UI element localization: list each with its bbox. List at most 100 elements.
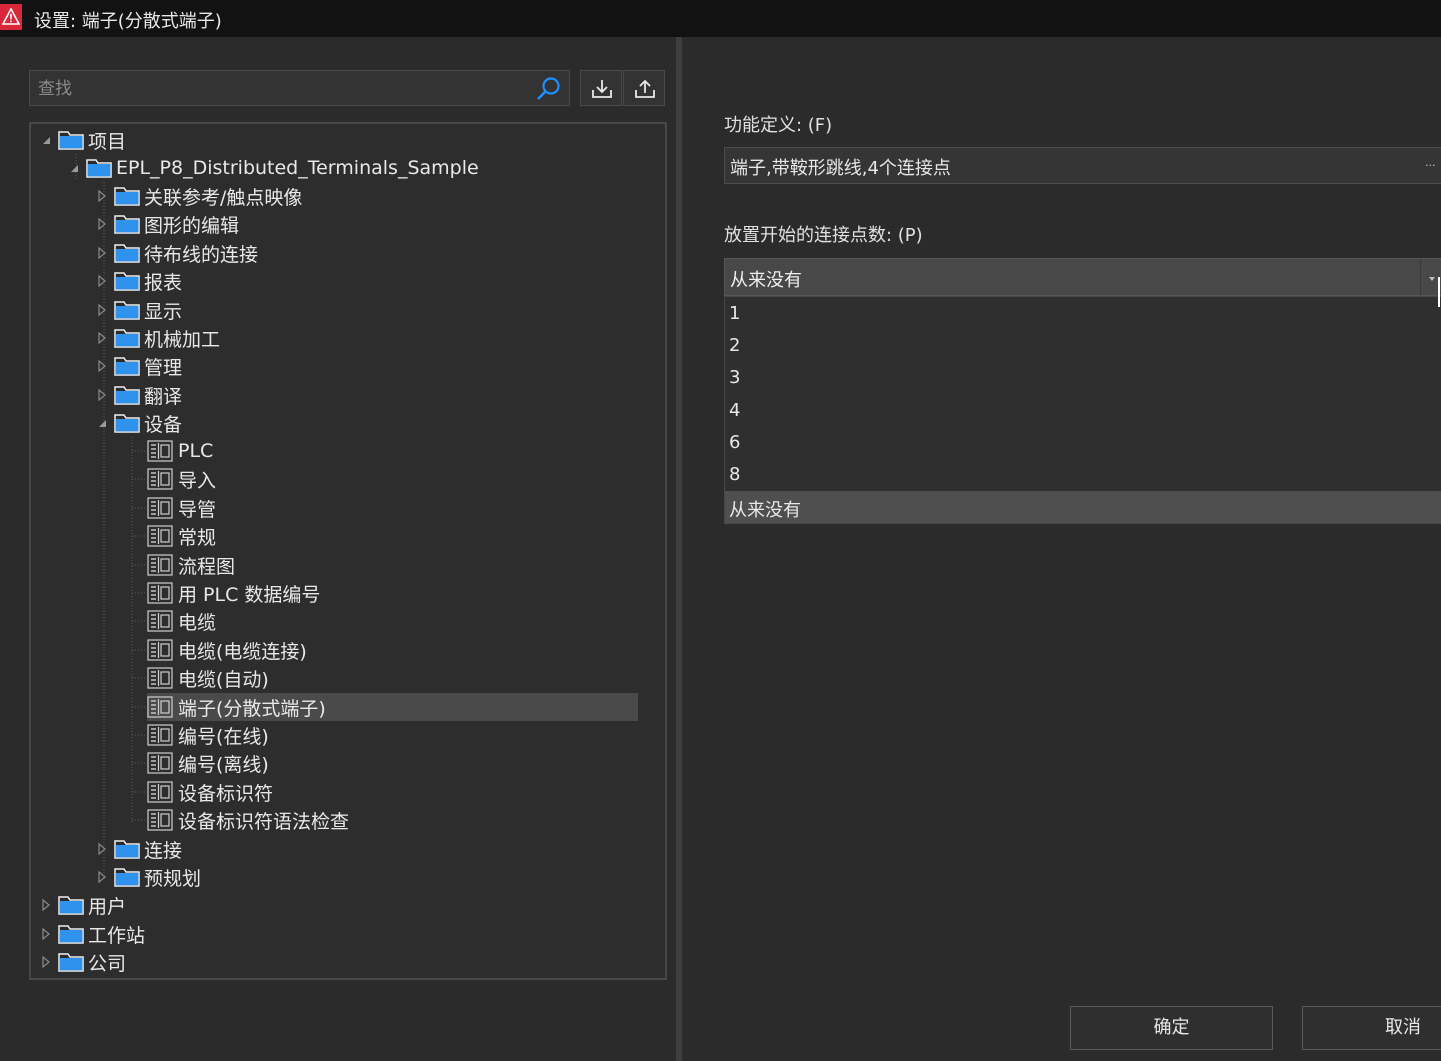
search-icon[interactable] [535, 75, 563, 103]
option-label: 2 [729, 335, 741, 356]
expand-icon[interactable] [95, 870, 109, 884]
tree-item-project[interactable]: 项目 [39, 126, 126, 154]
option-label: 从来没有 [729, 500, 801, 521]
function-definition-browse-button[interactable]: ... [1417, 147, 1441, 184]
tree-item-label: 常规 [178, 526, 217, 549]
import-button[interactable] [580, 70, 622, 106]
settings-page-icon [147, 781, 173, 803]
tree-item-setting[interactable]: 编号(在线) [147, 721, 269, 749]
tree-item-setting[interactable]: 导管 [147, 494, 216, 522]
expand-icon[interactable] [95, 331, 109, 345]
folder-icon [113, 213, 141, 235]
tree-item-setting-selected[interactable]: 端子(分散式端子) [147, 693, 638, 721]
folder-icon [113, 299, 141, 321]
folder-icon [57, 923, 85, 945]
collapse-icon[interactable] [95, 416, 109, 430]
export-button[interactable] [623, 70, 665, 106]
tree-item-setting[interactable]: PLC [147, 437, 213, 465]
ok-button[interactable]: 确定 [1070, 1006, 1273, 1050]
tree-item-label: 编号(在线) [178, 725, 269, 748]
ellipsis-label: ... [1425, 156, 1436, 169]
tree-item-root[interactable]: 工作站 [39, 920, 145, 948]
expand-icon[interactable] [39, 898, 53, 912]
tree-item-label: 管理 [144, 356, 183, 379]
folder-icon [113, 270, 141, 292]
tree-item-group[interactable]: 关联参考/触点映像 [95, 182, 302, 210]
tree-item-group[interactable]: 管理 [95, 352, 182, 380]
collapse-icon[interactable] [39, 133, 53, 147]
tree-item-label: 端子(分散式端子) [178, 697, 326, 720]
folder-icon [113, 355, 141, 377]
tree-item-label: 导管 [178, 498, 217, 521]
tree-item-group[interactable]: 预规划 [95, 863, 201, 891]
expand-icon[interactable] [95, 359, 109, 373]
folder-icon [113, 838, 141, 860]
collapse-icon[interactable] [67, 161, 81, 175]
expand-icon[interactable] [95, 217, 109, 231]
folder-icon [57, 894, 85, 916]
tree-item-sample-project[interactable]: EPL_P8_Distributed_Terminals_Sample [67, 154, 479, 182]
search-box [29, 70, 570, 106]
dropdown-option[interactable]: 2 [725, 330, 1441, 362]
tree-item-setting[interactable]: 设备标识符语法检查 [147, 806, 349, 834]
connection-points-dropdown-list: 1 2 3 4 6 8 从来没有 [724, 296, 1441, 524]
tree-item-label: 电缆 [178, 611, 217, 634]
tree-item-label: 预规划 [144, 867, 202, 890]
app-warning-icon [0, 4, 22, 30]
search-input[interactable] [36, 76, 530, 102]
settings-page-icon [147, 809, 173, 831]
tree-item-label: 设备标识符语法检查 [178, 810, 350, 833]
expand-icon[interactable] [39, 955, 53, 969]
expand-icon[interactable] [95, 388, 109, 402]
connection-points-combobox[interactable]: 从来没有 [724, 258, 1441, 297]
expand-icon[interactable] [39, 927, 53, 941]
dropdown-option[interactable]: 6 [725, 427, 1441, 459]
folder-icon [113, 866, 141, 888]
folder-icon [113, 242, 141, 264]
tree-item-group[interactable]: 连接 [95, 835, 182, 863]
cancel-button-label: 取消 [1385, 1017, 1421, 1038]
settings-page-icon [147, 752, 173, 774]
tree-item-label: EPL_P8_Distributed_Terminals_Sample [116, 157, 479, 179]
tree-item-setting[interactable]: 导入 [147, 465, 216, 493]
tree-item-label: 待布线的连接 [144, 243, 259, 266]
expand-icon[interactable] [95, 246, 109, 260]
tree-item-label: 设备标识符 [178, 782, 274, 805]
tree-item-devices[interactable]: 设备 [95, 409, 182, 437]
tree-item-setting[interactable]: 流程图 [147, 551, 235, 579]
tree-item-setting[interactable]: 用 PLC 数据编号 [147, 579, 320, 607]
tree-item-setting[interactable]: 编号(离线) [147, 749, 269, 777]
folder-icon [113, 185, 141, 207]
combobox-selected-value: 从来没有 [730, 270, 802, 291]
tree-item-setting[interactable]: 常规 [147, 522, 216, 550]
folder-icon [113, 384, 141, 406]
dropdown-option-selected[interactable]: 从来没有 [725, 491, 1441, 523]
tree-item-root[interactable]: 用户 [39, 891, 126, 919]
tree-item-setting[interactable]: 设备标识符 [147, 778, 273, 806]
dropdown-option[interactable]: 8 [725, 459, 1441, 491]
tree-item-group[interactable]: 图形的编辑 [95, 210, 239, 238]
dropdown-option[interactable]: 3 [725, 362, 1441, 394]
tree-item-group[interactable]: 报表 [95, 267, 182, 295]
expand-icon[interactable] [95, 842, 109, 856]
tree-item-group[interactable]: 显示 [95, 296, 182, 324]
tree-item-group[interactable]: 机械加工 [95, 324, 220, 352]
function-definition-value: 端子,带鞍形跳线,4个连接点 [730, 158, 951, 179]
tree-item-label: PLC [178, 440, 214, 462]
cancel-button[interactable]: 取消 [1302, 1006, 1441, 1050]
expand-icon[interactable] [95, 274, 109, 288]
tree-item-root[interactable]: 公司 [39, 948, 126, 976]
option-label: 8 [729, 464, 741, 485]
tree-item-setting[interactable]: 电缆(电缆连接) [147, 636, 307, 664]
tree-item-group[interactable]: 翻译 [95, 381, 182, 409]
tree-item-setting[interactable]: 电缆(自动) [147, 664, 269, 692]
dropdown-option[interactable]: 1 [725, 298, 1441, 330]
settings-tree: 项目 EPL_P8_Distributed_Terminals_Sample 关… [29, 122, 667, 980]
expand-icon[interactable] [95, 189, 109, 203]
dropdown-option[interactable]: 4 [725, 395, 1441, 427]
function-definition-field[interactable]: 端子,带鞍形跳线,4个连接点 [724, 147, 1441, 184]
tree-item-group[interactable]: 待布线的连接 [95, 239, 258, 267]
expand-icon[interactable] [95, 303, 109, 317]
connection-points-label: 放置开始的连接点数: (P) [724, 225, 923, 246]
tree-item-setting[interactable]: 电缆 [147, 607, 216, 635]
